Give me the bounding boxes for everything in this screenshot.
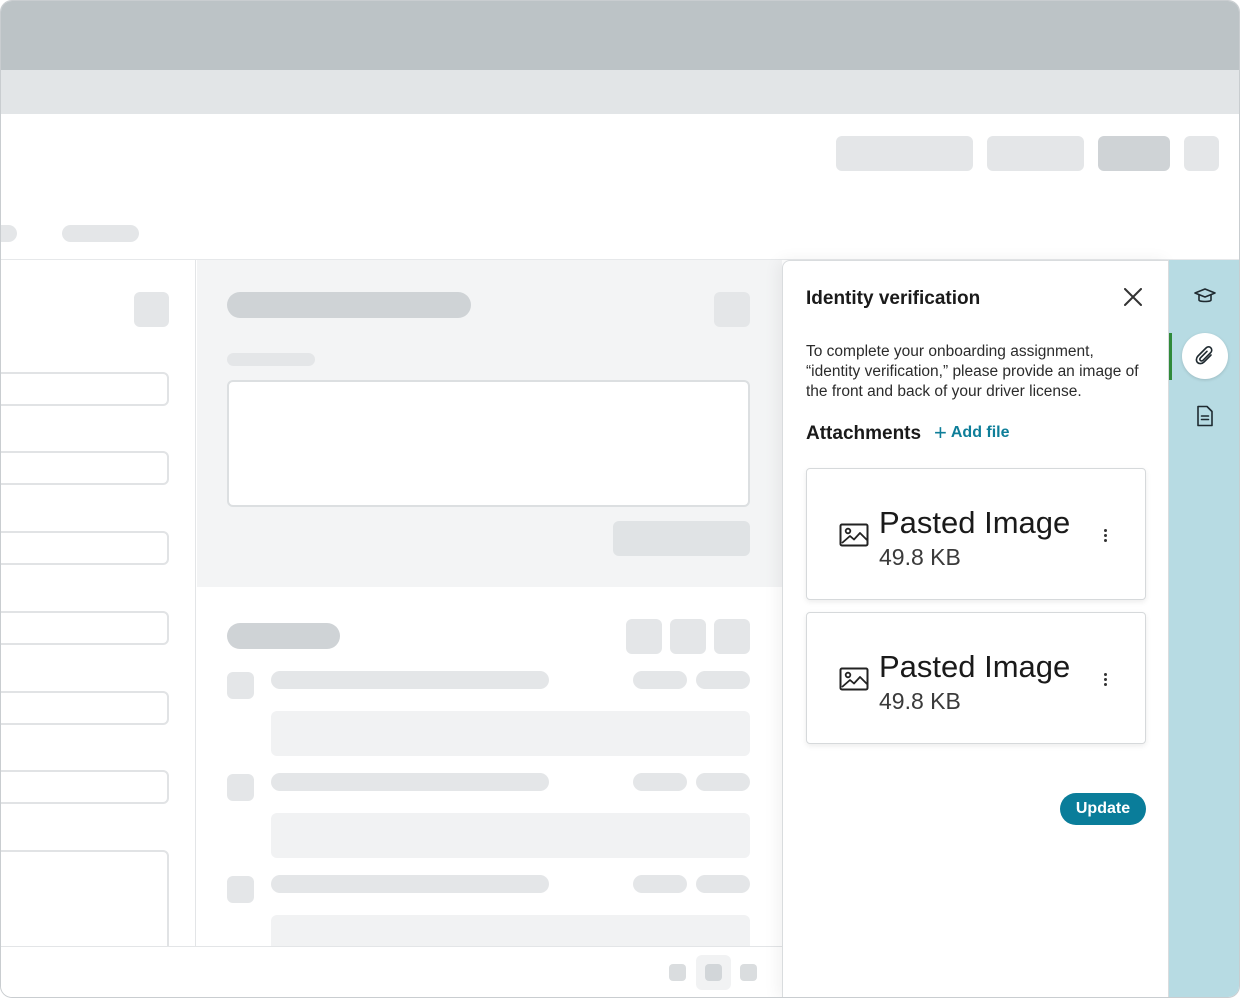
form-column bbox=[1, 260, 196, 960]
input-placeholder[interactable] bbox=[1, 770, 169, 804]
icon-placeholder[interactable] bbox=[670, 619, 706, 654]
tab-placeholder[interactable] bbox=[62, 225, 139, 242]
more-options-icon[interactable] bbox=[1095, 525, 1115, 545]
close-icon bbox=[1124, 288, 1142, 306]
title-bar bbox=[1, 1, 1239, 70]
input-placeholder[interactable] bbox=[1, 611, 169, 645]
close-button[interactable] bbox=[1120, 284, 1146, 310]
attachment-card[interactable]: Pasted Image 49.8 KB bbox=[806, 468, 1146, 600]
content-placeholder bbox=[271, 915, 750, 946]
icon-placeholder[interactable] bbox=[134, 292, 169, 327]
sub-bar bbox=[1, 70, 1239, 114]
update-button[interactable]: Update bbox=[1060, 793, 1146, 825]
text-placeholder bbox=[633, 875, 687, 893]
side-rail bbox=[1169, 260, 1239, 997]
image-icon bbox=[839, 523, 869, 547]
input-placeholder[interactable] bbox=[1, 372, 169, 406]
graduation-cap-icon bbox=[1194, 288, 1216, 303]
text-placeholder bbox=[271, 875, 549, 893]
more-options-icon[interactable] bbox=[1095, 669, 1115, 689]
avatar-placeholder bbox=[227, 876, 254, 903]
paperclip-icon bbox=[1195, 346, 1213, 365]
icon-placeholder[interactable] bbox=[714, 619, 750, 654]
rail-item-documents[interactable] bbox=[1182, 393, 1228, 439]
bottom-toolbar bbox=[1, 946, 782, 997]
toolbar-button-placeholder[interactable] bbox=[1098, 136, 1170, 171]
add-file-label: Add file bbox=[950, 424, 1010, 441]
input-placeholder[interactable] bbox=[1, 691, 169, 725]
avatar-placeholder bbox=[227, 774, 254, 801]
identity-verification-panel: Identity verification To complete your o… bbox=[782, 260, 1169, 997]
rail-item-learning[interactable] bbox=[1182, 273, 1228, 319]
text-placeholder bbox=[696, 875, 750, 893]
attachment-card[interactable]: Pasted Image 49.8 KB bbox=[806, 612, 1146, 744]
app-window: Identity verification To complete your o… bbox=[0, 0, 1240, 998]
panel-description: To complete your onboarding assignment, … bbox=[806, 343, 1139, 400]
input-placeholder[interactable] bbox=[1, 451, 169, 485]
active-indicator bbox=[1169, 333, 1172, 380]
add-file-button[interactable]: + Add file bbox=[934, 420, 1010, 445]
heading-placeholder bbox=[227, 623, 340, 649]
document-icon bbox=[1197, 405, 1213, 427]
image-icon bbox=[839, 667, 869, 691]
content-placeholder bbox=[271, 711, 750, 756]
tab-placeholder[interactable] bbox=[1, 225, 17, 242]
icon-placeholder[interactable] bbox=[714, 292, 750, 327]
toolbar-icon-placeholder[interactable] bbox=[705, 964, 722, 981]
panel-title: Identity verification bbox=[806, 288, 981, 309]
text-placeholder bbox=[271, 773, 549, 791]
heading-placeholder bbox=[227, 292, 471, 318]
attachments-label: Attachments bbox=[806, 423, 922, 444]
toolbar-icon-placeholder[interactable] bbox=[1184, 136, 1219, 171]
rail-item-attachments[interactable] bbox=[1182, 333, 1228, 379]
activity-area bbox=[197, 587, 782, 946]
toolbar-button-placeholder[interactable] bbox=[836, 136, 973, 171]
toolbar-button-placeholder[interactable] bbox=[987, 136, 1084, 171]
attachment-size: 49.8 KB bbox=[879, 688, 961, 714]
input-placeholder[interactable] bbox=[1, 531, 169, 565]
label-placeholder bbox=[227, 353, 315, 366]
text-placeholder bbox=[633, 773, 687, 791]
text-placeholder bbox=[696, 671, 750, 689]
text-placeholder bbox=[633, 671, 687, 689]
comment-input-placeholder[interactable] bbox=[227, 380, 750, 507]
submit-button-placeholder[interactable] bbox=[613, 521, 750, 556]
attachment-name: Pasted Image bbox=[879, 649, 1071, 684]
plus-icon: + bbox=[934, 420, 947, 445]
attachment-name: Pasted Image bbox=[879, 505, 1071, 540]
attachment-size: 49.8 KB bbox=[879, 544, 961, 570]
content-placeholder bbox=[271, 813, 750, 858]
comment-area bbox=[197, 260, 782, 587]
toolbar-icon-placeholder[interactable] bbox=[740, 964, 757, 981]
text-placeholder bbox=[696, 773, 750, 791]
text-placeholder bbox=[271, 671, 549, 689]
toolbar-icon-placeholder[interactable] bbox=[669, 964, 686, 981]
top-toolbar bbox=[1, 114, 1239, 260]
icon-placeholder[interactable] bbox=[626, 619, 662, 654]
avatar-placeholder bbox=[227, 672, 254, 699]
textarea-placeholder[interactable] bbox=[1, 850, 169, 960]
